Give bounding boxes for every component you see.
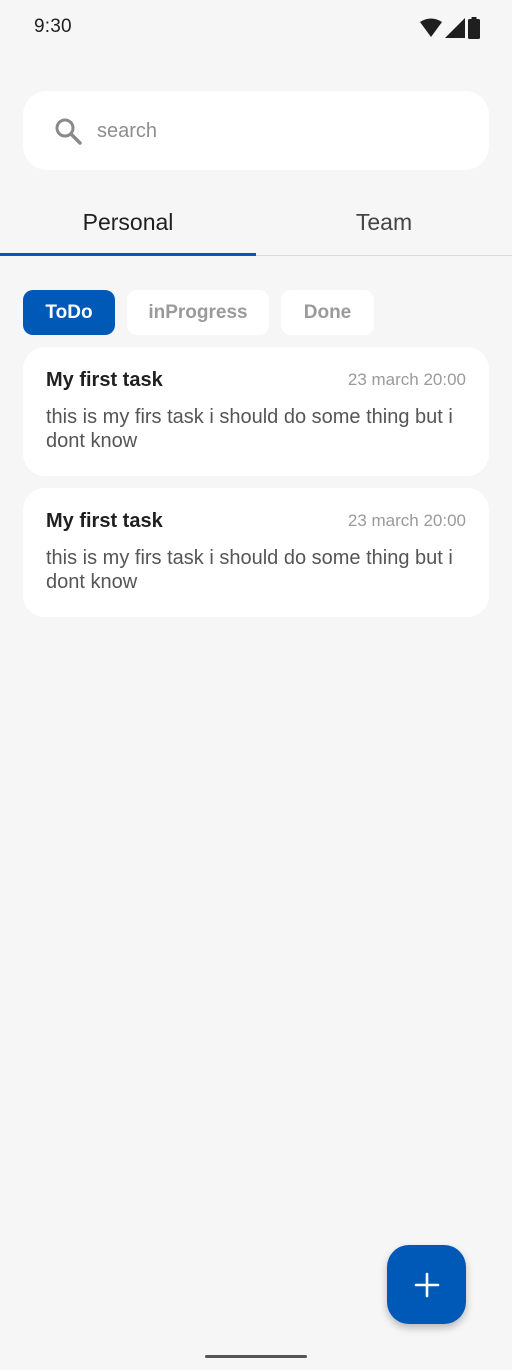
wifi-icon [420,18,442,37]
tab-team[interactable]: Team [256,190,512,255]
search-icon [55,118,82,145]
task-card[interactable]: My first task 23 march 20:00 this is my … [23,347,489,476]
filter-inprogress-chip[interactable]: inProgress [127,290,269,335]
task-title: My first task [46,369,163,391]
task-date: 23 march 20:00 [347,370,466,389]
status-bar: 9:30 [0,0,512,56]
task-date: 23 march 20:00 [347,511,466,530]
task-card[interactable]: My first task 23 march 20:00 this is my … [23,488,489,617]
signal-icon [445,18,465,38]
filter-todo-chip[interactable]: ToDo [23,290,115,335]
status-filter-group: ToDo inProgress Done [23,290,374,335]
search-bar[interactable] [23,91,489,170]
battery-icon [468,17,480,39]
tab-personal-label: Personal [82,209,174,235]
filter-done-chip[interactable]: Done [281,290,374,335]
filter-done-label: Done [303,301,352,323]
tab-team-label: Team [355,209,413,235]
home-indicator[interactable] [205,1355,307,1358]
active-tab-indicator [0,253,256,256]
task-description: this is my firs task i should do some th… [46,406,453,452]
add-task-button[interactable] [387,1245,466,1324]
filter-todo-label: ToDo [45,301,93,323]
tab-personal[interactable]: Personal [0,190,256,255]
status-icons [420,17,480,39]
filter-inprogress-label: inProgress [148,301,248,323]
task-title: My first task [46,510,163,532]
tab-bar: Personal Team [0,190,512,256]
search-input[interactable] [97,111,457,151]
status-time: 9:30 [34,16,72,37]
plus-icon [414,1272,439,1297]
task-description: this is my firs task i should do some th… [46,547,453,593]
